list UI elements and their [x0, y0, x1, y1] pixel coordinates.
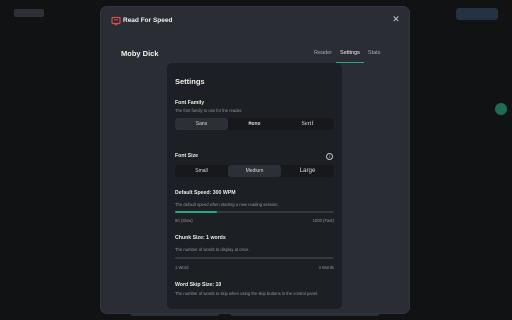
speed-slider-fill	[175, 211, 217, 213]
chunk-min-label: 1 Word	[175, 265, 189, 270]
close-button[interactable]: ✕	[390, 13, 402, 25]
tab-settings[interactable]: Settings	[336, 47, 364, 63]
close-icon: ✕	[392, 14, 400, 24]
font-option-sans[interactable]: Sans	[175, 118, 228, 130]
speed-min-label: 50 (Slow)	[175, 218, 193, 223]
size-option-medium[interactable]: Medium	[228, 165, 281, 177]
settings-title: Settings	[175, 77, 205, 86]
size-option-small[interactable]: Small	[175, 165, 228, 177]
chunk-size-description: The number of words to display at once.	[175, 247, 250, 252]
chunk-slider[interactable]	[175, 257, 334, 259]
background-button	[456, 8, 498, 20]
skip-size-label: Word Skip Size: 10	[175, 282, 222, 288]
tab-reader[interactable]: Reader	[310, 47, 336, 63]
skip-size-description: The number of words to skip when using t…	[175, 291, 319, 296]
background-logo	[14, 9, 44, 17]
speed-max-label: 1000 (Fast)	[312, 218, 334, 223]
font-option-mono[interactable]: Mono	[228, 118, 281, 130]
chunk-max-label: 3 Words	[318, 265, 334, 270]
book-title: Moby Dick	[121, 49, 159, 58]
info-icon[interactable]: i	[326, 153, 333, 160]
tab-bar: Reader Settings Stats	[310, 47, 384, 63]
chunk-size-label: Chunk Size: 1 words	[175, 235, 226, 241]
font-size-label: Font Size	[175, 153, 199, 159]
font-family-label: Font Family	[175, 100, 205, 106]
font-size-selector: Small Medium Large	[175, 165, 334, 177]
modal-header: Read For Speed ✕	[101, 7, 409, 35]
settings-panel: Settings Font Family The font family to …	[167, 63, 342, 309]
background-floating-button	[495, 103, 507, 115]
book-icon	[111, 16, 121, 26]
font-family-description: The font family to use for the reader.	[175, 108, 243, 113]
default-speed-description: The default speed when starting a new re…	[175, 202, 279, 207]
font-family-selector: Sans Mono Serif	[175, 118, 334, 130]
default-speed-label: Default Speed: 300 WPM	[175, 190, 236, 196]
settings-modal: Read For Speed ✕ Moby Dick Reader Settin…	[101, 7, 409, 313]
size-option-large[interactable]: Large	[281, 165, 334, 177]
speed-slider[interactable]	[175, 211, 334, 213]
font-option-serif[interactable]: Serif	[281, 118, 334, 130]
modal-title: Read For Speed	[123, 17, 173, 24]
tab-stats[interactable]: Stats	[364, 47, 385, 63]
